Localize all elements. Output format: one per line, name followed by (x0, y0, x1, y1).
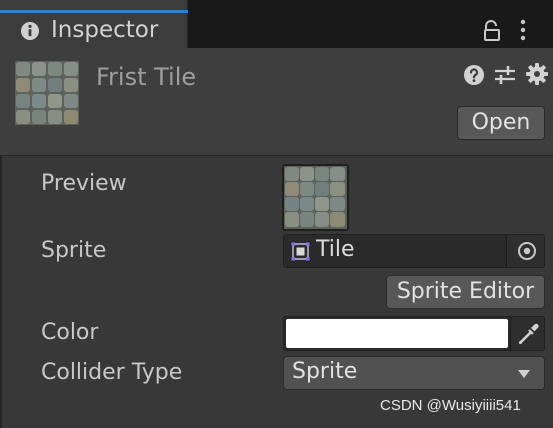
inspector-window: Inspector Frist Tile Open Preview Sprite… (0, 0, 553, 428)
watermark-text: CSDN @Wusiyiiii541 (380, 397, 521, 414)
object-picker-button[interactable] (506, 235, 544, 267)
info-icon (21, 22, 39, 40)
presets-sliders-icon[interactable] (493, 64, 517, 86)
color-field[interactable] (283, 316, 545, 351)
eyedropper-button[interactable] (510, 317, 544, 350)
collider-type-dropdown[interactable]: Sprite (283, 356, 545, 390)
tab-active-indicator (0, 10, 188, 13)
sprite-editor-button[interactable]: Sprite Editor (386, 275, 545, 309)
collider-type-value: Sprite (292, 359, 358, 384)
open-button[interactable]: Open (457, 106, 545, 140)
tile-thumbnail (15, 61, 79, 125)
help-icon[interactable] (463, 64, 485, 86)
sprite-label: Sprite (41, 238, 107, 263)
panel-edge (0, 156, 2, 428)
color-swatch[interactable] (286, 319, 508, 348)
sprite-asset-icon (291, 242, 310, 261)
chevron-down-icon (518, 370, 530, 378)
preview-image (284, 166, 347, 229)
gear-icon[interactable] (526, 63, 548, 85)
inspector-body: Preview Sprite Tile Sprite Editor Color … (0, 156, 553, 428)
sprite-object-field[interactable]: Tile (283, 234, 545, 268)
tab-strip: Inspector (0, 0, 553, 48)
collider-type-label: Collider Type (41, 360, 183, 385)
sprite-preview (282, 164, 349, 231)
target-picker-icon (518, 242, 536, 260)
preview-label: Preview (41, 171, 127, 196)
color-label: Color (41, 320, 99, 345)
kebab-menu-icon[interactable] (516, 18, 530, 42)
asset-name: Frist Tile (96, 63, 197, 91)
lock-icon[interactable] (482, 20, 502, 42)
sprite-value: Tile (316, 237, 355, 262)
tab-inspector[interactable]: Inspector (0, 0, 188, 48)
tab-title: Inspector (51, 17, 159, 43)
inspector-header: Frist Tile Open (0, 48, 553, 156)
eyedropper-icon (518, 323, 539, 345)
